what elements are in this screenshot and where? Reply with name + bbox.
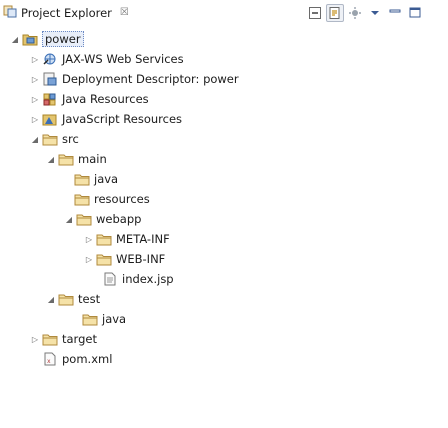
collapsed-arrow-icon[interactable]: ▷	[30, 75, 40, 84]
collapsed-arrow-icon[interactable]: ▷	[30, 115, 40, 124]
tree-item-label: JAX-WS Web Services	[62, 52, 184, 66]
tree-item-test[interactable]: ◢ test	[46, 289, 100, 309]
link-with-editor-button[interactable]	[326, 4, 344, 22]
view-toolbar	[306, 3, 426, 23]
tree-item-label: index.jsp	[122, 272, 174, 286]
folder-icon	[76, 212, 92, 226]
collapsed-arrow-icon[interactable]: ▷	[84, 235, 94, 244]
focus-icon	[349, 7, 361, 19]
folder-icon	[58, 152, 74, 166]
folder-icon	[42, 132, 58, 146]
tree-item-label: java	[102, 312, 127, 326]
tree-item-javascript-resources[interactable]: ▷ JavaScript Resources	[30, 109, 182, 129]
folder-icon	[42, 332, 58, 346]
xml-file-icon: x	[42, 352, 58, 366]
expanded-arrow-icon[interactable]: ◢	[30, 135, 40, 144]
folder-icon	[96, 252, 112, 266]
tree-item-label: target	[62, 332, 97, 346]
tree-item-main[interactable]: ◢ main	[46, 149, 107, 169]
folder-icon	[96, 232, 112, 246]
tree-item-meta-inf[interactable]: ▷ META-INF	[84, 229, 170, 249]
link-with-editor-icon	[329, 7, 340, 19]
focus-button[interactable]	[346, 4, 364, 22]
tree-item-label: java	[94, 172, 119, 186]
minimize-icon	[389, 9, 401, 13]
tree-item-pom-xml[interactable]: x pom.xml	[40, 349, 112, 369]
tree-item-target[interactable]: ▷ target	[30, 329, 97, 349]
tree-item-label: pom.xml	[62, 352, 113, 366]
tree-item-power[interactable]: ◢ power	[10, 29, 84, 49]
project-explorer-icon	[3, 4, 17, 21]
file-icon	[102, 272, 118, 286]
tree-item-java-resources[interactable]: ▷ Java Resources	[30, 89, 149, 109]
javascript-resources-icon	[42, 112, 58, 126]
tree-item-src[interactable]: ◢ src	[30, 129, 79, 149]
maximize-button[interactable]	[406, 4, 424, 22]
expanded-arrow-icon[interactable]: ◢	[10, 35, 20, 44]
java-resources-icon	[42, 92, 58, 106]
folder-icon	[82, 312, 98, 326]
folder-icon	[58, 292, 74, 306]
folder-icon	[74, 172, 90, 186]
collapse-all-button[interactable]	[306, 4, 324, 22]
folder-icon	[74, 192, 90, 206]
expanded-arrow-icon[interactable]: ◢	[46, 155, 56, 164]
collapsed-arrow-icon[interactable]: ▷	[30, 55, 40, 64]
tree-item-label: Java Resources	[62, 92, 149, 106]
maximize-icon	[409, 7, 421, 18]
view-tab-bar: Project Explorer ☒	[0, 0, 448, 26]
tree-item-java[interactable]: java	[72, 169, 118, 189]
tree-item-web-inf[interactable]: ▷ WEB-INF	[84, 249, 165, 269]
collapsed-arrow-icon[interactable]: ▷	[30, 335, 40, 344]
collapsed-arrow-icon[interactable]: ▷	[84, 255, 94, 264]
tree-item-label: Deployment Descriptor: power	[62, 72, 239, 86]
web-services-icon	[42, 52, 58, 66]
tree-item-label: JavaScript Resources	[62, 112, 183, 126]
tree-item-label: main	[78, 152, 107, 166]
tree-item-index-jsp[interactable]: index.jsp	[100, 269, 174, 289]
minimize-button[interactable]	[386, 4, 404, 22]
collapsed-arrow-icon[interactable]: ▷	[30, 95, 40, 104]
tree-item-label: resources	[94, 192, 150, 206]
tree-item-label: META-INF	[116, 232, 170, 246]
tree-item-resources[interactable]: resources	[72, 189, 150, 209]
tree-item-label: WEB-INF	[116, 252, 166, 266]
collapse-all-icon	[309, 7, 321, 19]
tree-item-label: power	[42, 31, 84, 47]
tree-item-label: webapp	[96, 212, 142, 226]
tree-item-label: src	[62, 132, 79, 146]
svg-text:x: x	[47, 358, 51, 365]
project-explorer-tab[interactable]: Project Explorer ☒	[0, 0, 133, 25]
tree-item-label: test	[78, 292, 101, 306]
project-icon	[22, 32, 38, 46]
view-title: Project Explorer	[21, 5, 112, 20]
deployment-descriptor-icon	[42, 72, 58, 86]
expanded-arrow-icon[interactable]: ◢	[46, 295, 56, 304]
expanded-arrow-icon[interactable]: ◢	[64, 215, 74, 224]
view-menu-icon	[371, 11, 379, 15]
close-view-icon[interactable]: ☒	[120, 7, 129, 18]
tree-item-webapp[interactable]: ◢ webapp	[64, 209, 142, 229]
view-menu-button[interactable]	[366, 4, 384, 22]
tree-item-jax-ws-web-services[interactable]: ▷ JAX-WS Web Services	[30, 49, 184, 69]
tree-item-deployment-descriptor[interactable]: ▷ Deployment Descriptor: power	[30, 69, 239, 89]
tree-item-test-java[interactable]: java	[80, 309, 126, 329]
